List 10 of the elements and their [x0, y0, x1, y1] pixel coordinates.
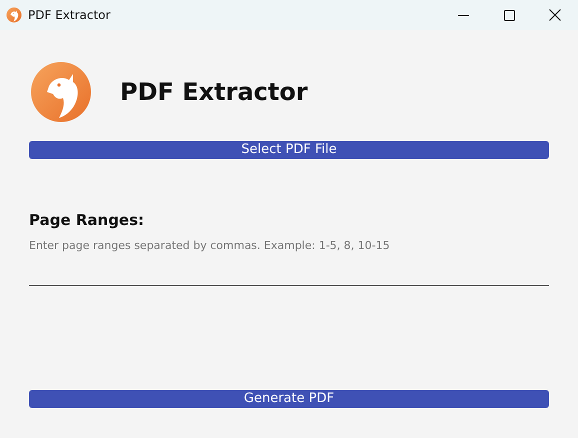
logo-icon — [29, 60, 93, 124]
generate-button[interactable]: Generate PDF — [29, 390, 549, 408]
maximize-icon — [504, 10, 514, 20]
page-ranges-field[interactable]: Enter page ranges separated by commas. Example: 1-5, 8, 10-15 — [29, 236, 549, 286]
app-icon — [6, 7, 22, 23]
select-file-button[interactable]: Select PDF File — [29, 141, 549, 159]
close-icon — [549, 9, 561, 21]
section-label: Page Ranges: — [29, 210, 146, 231]
app-heading: PDF Extractor — [120, 77, 308, 108]
window-title: PDF Extractor — [28, 7, 110, 24]
